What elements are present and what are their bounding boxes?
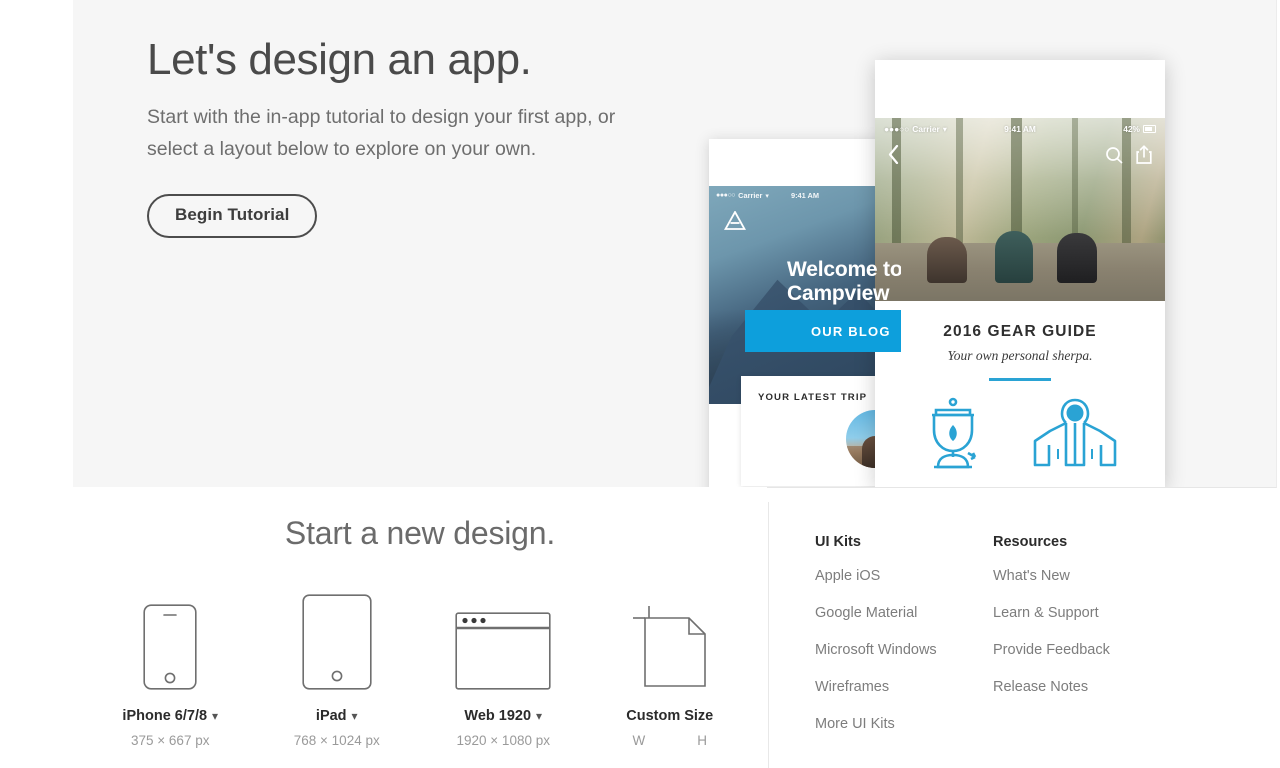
preset-label-text: iPhone 6/7/8	[122, 708, 208, 724]
camp-stove-icon[interactable]	[922, 397, 984, 474]
share-icon[interactable]	[1136, 145, 1152, 169]
our-blog-button[interactable]: OUR BLOG	[745, 310, 901, 352]
footer-links: UI Kits Apple iOS Google Material Micros…	[768, 502, 1280, 768]
section-divider	[989, 378, 1051, 381]
preset-dimensions: 768 × 1024 px	[293, 733, 380, 748]
preset-web[interactable]: Web 1920 ▾ 1920 × 1080 px	[420, 594, 587, 748]
preset-dimensions: 375 × 667 px	[131, 733, 210, 748]
link-google-material[interactable]: Google Material	[815, 605, 993, 621]
link-whats-new[interactable]: What's New	[993, 568, 1171, 584]
phone-back-status-bar: ●●●○○ Carrier ▾ 9:41 AM	[709, 186, 901, 203]
preset-label: Web 1920 ▾	[420, 708, 587, 724]
preset-iphone[interactable]: iPhone 6/7/8 ▾ 375 × 667 px	[87, 594, 254, 748]
custom-size-fields: W H	[587, 733, 754, 748]
gear-guide-title: 2016 GEAR GUIDE	[943, 323, 1097, 340]
start-new-design-section: Start a new design. iPhone 6/7/8 ▾ 375 × …	[73, 487, 767, 768]
section-title: Start a new design.	[284, 515, 556, 551]
phone-back-headline: Welcome to Campview	[787, 258, 901, 306]
link-provide-feedback[interactable]: Provide Feedback	[993, 642, 1171, 658]
phone-front-top-bezel	[875, 60, 1165, 118]
link-column-resources: Resources What's New Learn & Support Pro…	[993, 534, 1171, 768]
preset-label: iPad ▾	[254, 708, 421, 724]
iphone-icon	[87, 594, 254, 690]
hero-copy-block: Let's design an app. Start with the in-a…	[147, 35, 617, 238]
phone-back-top-bezel	[709, 139, 901, 186]
page-title: Let's design an app.	[147, 35, 532, 84]
link-wireframes[interactable]: Wireframes	[815, 679, 993, 695]
chevron-left-icon[interactable]	[888, 144, 899, 169]
jacket-icon[interactable]	[1032, 397, 1118, 474]
phone-front-status-bar: ●●●○○ Carrier ▾ 9:41 AM 42%	[875, 118, 1165, 136]
headline-line-1: Welcome to	[787, 258, 901, 281]
hero-subtitle: Start with the in-app tutorial to design…	[147, 106, 616, 161]
search-icon[interactable]	[1105, 146, 1123, 169]
preset-ipad[interactable]: iPad ▾ 768 × 1024 px	[254, 594, 421, 748]
begin-tutorial-button[interactable]: Begin Tutorial	[147, 193, 318, 238]
ipad-icon	[254, 594, 421, 690]
hiker-figure	[927, 237, 967, 283]
status-time: 9:41 AM	[1004, 123, 1036, 134]
chevron-down-icon[interactable]: ▾	[352, 709, 358, 723]
custom-page-icon	[587, 594, 754, 690]
height-input[interactable]: H	[697, 733, 707, 748]
triangle-logo-icon	[723, 210, 747, 230]
app-start-screen: Let's design an app. Start with the in-a…	[0, 0, 1280, 768]
hiker-figure	[995, 231, 1033, 283]
preset-list: iPhone 6/7/8 ▾ 375 × 667 px iPad ▾ 768 × 1…	[73, 594, 767, 748]
link-release-notes[interactable]: Release Notes	[993, 679, 1171, 695]
gear-icon-row	[875, 397, 1165, 474]
preset-label-text: Web 1920	[464, 708, 532, 724]
gear-guide-tagline: Your own personal sherpa.	[947, 348, 1093, 363]
phone-front-nav-bar	[875, 140, 1165, 174]
preset-label-text: iPad	[315, 708, 347, 724]
phone-mockup-campview[interactable]: ●●●○○ Carrier ▾ 9:41 AM Welcome to Campv…	[709, 139, 901, 487]
link-column-ui-kits: UI Kits Apple iOS Google Material Micros…	[815, 534, 993, 768]
phone-back-hero-image: ●●●○○ Carrier ▾ 9:41 AM Welcome to Campv…	[709, 186, 901, 404]
column-heading: Resources	[993, 534, 1068, 550]
preset-dimensions: 1920 × 1080 px	[456, 733, 550, 748]
preset-custom[interactable]: Custom Size W H	[587, 594, 754, 748]
phone-mockup-gear-guide[interactable]: ●●●○○ Carrier ▾ 9:41 AM 42% 2016 GEAR GU…	[875, 60, 1165, 487]
preset-label: Custom Size	[587, 708, 754, 724]
preset-label: iPhone 6/7/8 ▾	[87, 708, 254, 724]
gear-guide-content: 2016 GEAR GUIDE Your own personal sherpa…	[875, 301, 1165, 474]
phone-front-photo: ●●●○○ Carrier ▾ 9:41 AM 42%	[875, 118, 1165, 301]
chevron-down-icon[interactable]: ▾	[212, 709, 218, 723]
battery-icon	[1143, 124, 1156, 133]
chevron-down-icon[interactable]: ▾	[536, 709, 542, 723]
link-learn-support[interactable]: Learn & Support	[993, 605, 1171, 621]
link-more-ui-kits[interactable]: More UI Kits	[815, 716, 993, 732]
preset-label-text: Custom Size	[626, 708, 714, 724]
hiker-figure	[1057, 233, 1097, 283]
column-heading: UI Kits	[815, 534, 861, 550]
hero-panel: Let's design an app. Start with the in-a…	[73, 0, 1277, 488]
width-input[interactable]: W	[633, 733, 646, 748]
status-time: 9:41 AM	[790, 191, 820, 200]
browser-window-icon	[420, 594, 587, 690]
link-apple-ios[interactable]: Apple iOS	[815, 568, 993, 584]
link-microsoft-windows[interactable]: Microsoft Windows	[815, 642, 993, 658]
headline-line-2: Campview	[787, 281, 890, 305]
